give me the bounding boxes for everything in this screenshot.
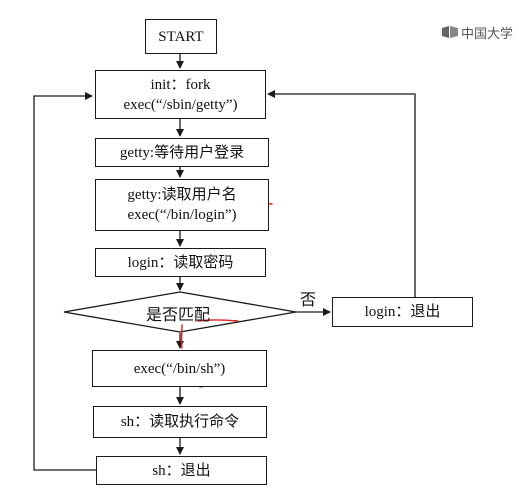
decision-label: 是否匹配 [146, 305, 211, 324]
sh-exit-label: sh：退出 [152, 462, 211, 479]
login-exit-node: login：退出 [332, 297, 473, 327]
watermark-text: 中国大学 [461, 26, 514, 42]
login-exit-label: login：退出 [364, 304, 441, 320]
exec-sh-label: exec(“/bin/sh”) [133, 360, 226, 377]
login-read-label: login：读取密码 [127, 254, 234, 271]
sh-exit-node: sh：退出 [96, 456, 267, 485]
sh-read-label: sh：读取执行命令 [120, 414, 240, 430]
login-read-node: login：读取密码 [95, 248, 266, 277]
book-logo-icon [442, 26, 458, 38]
loop-login-exit-to-init [267, 90, 416, 297]
getty-wait-node: getty:等待用户登录 [95, 138, 269, 167]
start-node: START [145, 19, 217, 54]
init-line-2: exec(“/sbin/getty”) [123, 96, 238, 113]
watermark: 中国大学 [442, 22, 519, 42]
getty-read-line-1: getty:读取用户名 [127, 187, 237, 203]
getty-wait-label: getty:等待用户登录 [119, 144, 245, 161]
sh-read-node: sh：读取执行命令 [93, 406, 267, 438]
getty-read-line-2: exec(“/bin/login”) [127, 207, 237, 223]
loop-sh-exit-to-init [33, 92, 96, 471]
init-node: init：fork exec(“/sbin/getty”) [95, 70, 266, 119]
no-branch-label: 否 [300, 290, 317, 309]
init-line-1: init：fork [150, 76, 211, 93]
start-label: START [158, 28, 204, 45]
exec-sh-node: exec(“/bin/sh”) [92, 350, 267, 387]
getty-read-node: getty:读取用户名 exec(“/bin/login”) [95, 179, 269, 231]
